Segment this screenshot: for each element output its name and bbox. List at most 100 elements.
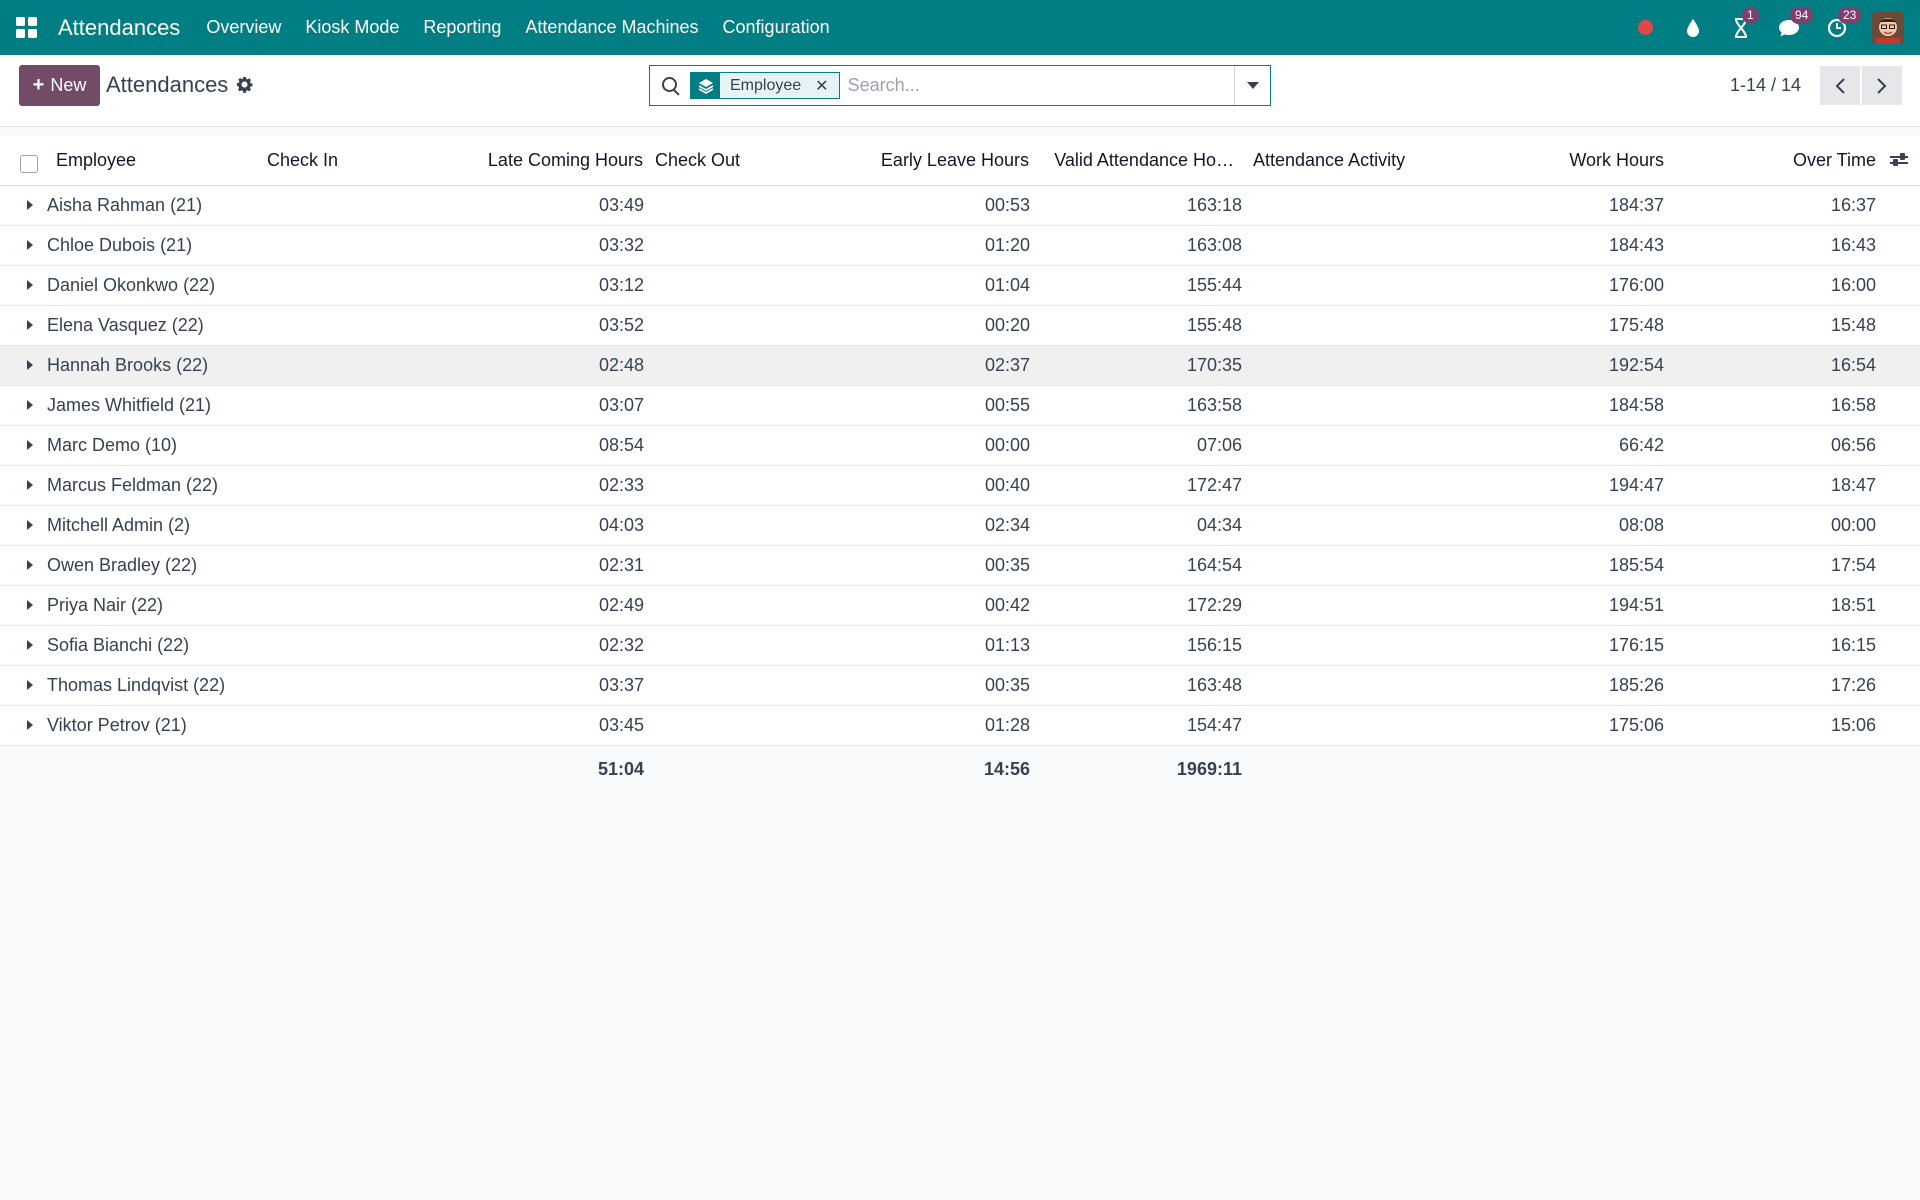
expand-caret-icon[interactable] [27,360,33,370]
table-row[interactable]: Sofia Bianchi (22) 02:32 01:13 156:15 176:15… [0,626,1920,666]
table-row[interactable]: Marcus Feldman (22) 02:33 00:40 172:47 194:4… [0,466,1920,506]
group-employee-name[interactable]: Hannah Brooks (22) [47,346,208,385]
gear-icon[interactable] [236,76,253,98]
table-row[interactable]: Owen Bradley (22) 02:31 00:35 164:54 185:54 1… [0,546,1920,586]
new-button[interactable]: + New [19,65,100,106]
apps-menu-icon[interactable] [16,16,38,39]
optional-columns-icon[interactable] [1890,151,1908,169]
group-employee-name[interactable]: Mitchell Admin (2) [47,506,190,545]
group-over-time: 06:56 [1830,435,1876,455]
expand-caret-icon[interactable] [27,240,33,250]
expand-caret-icon[interactable] [27,480,33,490]
group-late-coming-hours: 03:52 [598,315,644,335]
group-work-hours: 184:58 [1608,395,1664,415]
new-button-label: New [50,75,87,95]
pager-previous-button[interactable] [1820,66,1860,105]
expand-caret-icon[interactable] [27,600,33,610]
col-valid-attendance-hours[interactable]: Valid Attendance Ho… [1054,136,1234,185]
col-check-out[interactable]: Check Out [655,136,740,185]
expand-caret-icon[interactable] [27,280,33,290]
group-work-hours: 175:48 [1608,315,1664,335]
activities-badge: 1 [1742,6,1759,24]
group-employee-name[interactable]: Chloe Dubois (21) [47,226,192,265]
search-options-toggle[interactable] [1234,66,1270,105]
group-over-time: 16:43 [1830,235,1876,255]
group-employee-name[interactable]: Marcus Feldman (22) [47,466,218,505]
expand-caret-icon[interactable] [27,560,33,570]
group-late-coming-hours: 02:31 [598,555,644,575]
expand-caret-icon[interactable] [27,640,33,650]
table-row[interactable]: Hannah Brooks (22) 02:48 02:37 170:35 192:54… [0,346,1920,386]
group-over-time: 17:26 [1830,675,1876,695]
table-row[interactable]: Thomas Lindqvist (22) 03:37 00:35 163:48 185… [0,666,1920,706]
col-employee[interactable]: Employee [56,136,136,185]
facet-remove-icon[interactable]: ✕ [811,73,839,98]
table-row[interactable]: Chloe Dubois (21) 03:32 01:20 163:08 184:43 1… [0,226,1920,266]
clock-icon[interactable]: 23 [1826,6,1862,39]
table-row[interactable]: Priya Nair (22) 02:49 00:42 172:29 194:51 18:… [0,586,1920,626]
col-over-time[interactable]: Over Time [1793,136,1876,185]
user-avatar[interactable] [1872,11,1904,44]
group-work-hours: 194:47 [1608,475,1664,495]
recording-status-icon[interactable] [1634,17,1656,39]
search-input[interactable] [847,75,1228,96]
table-row[interactable]: Daniel Okonkwo (22) 03:12 01:04 155:44 176:0… [0,266,1920,306]
expand-caret-icon[interactable] [27,400,33,410]
pager-value[interactable]: 1-14 / 14 [1730,75,1801,96]
nav-kiosk-mode[interactable]: Kiosk Mode [305,17,399,38]
pager-next-button[interactable] [1862,66,1902,105]
group-late-coming-hours: 08:54 [598,435,644,455]
nav-configuration[interactable]: Configuration [723,17,830,38]
activities-hourglass-icon[interactable]: 1 [1730,6,1759,39]
select-all-checkbox[interactable] [20,155,38,173]
table-row[interactable]: James Whitfield (21) 03:07 00:55 163:58 184:… [0,386,1920,426]
group-employee-name[interactable]: Daniel Okonkwo (22) [47,266,215,305]
group-employee-name[interactable]: James Whitfield (21) [47,386,211,425]
nav-reporting[interactable]: Reporting [423,17,501,38]
group-employee-name[interactable]: Aisha Rahman (21) [47,186,202,225]
group-employee-name[interactable]: Owen Bradley (22) [47,546,197,585]
group-valid-attendance-hours: 156:15 [1186,635,1242,655]
expand-caret-icon[interactable] [27,200,33,210]
page-title: Attendances [106,72,229,97]
group-valid-attendance-hours: 172:47 [1186,475,1242,495]
search-icon[interactable] [660,75,682,97]
app-name[interactable]: Attendances [58,15,180,41]
group-employee-name[interactable]: Sofia Bianchi (22) [47,626,189,665]
expand-caret-icon[interactable] [27,520,33,530]
group-employee-name[interactable]: Thomas Lindqvist (22) [47,666,225,705]
group-employee-name[interactable]: Elena Vasquez (22) [47,306,204,345]
expand-caret-icon[interactable] [27,320,33,330]
expand-caret-icon[interactable] [27,720,33,730]
table-row[interactable]: Mitchell Admin (2) 04:03 02:34 04:34 08:08 00… [0,506,1920,546]
col-late-coming-hours[interactable]: Late Coming Hours [488,136,643,185]
group-employee-name[interactable]: Priya Nair (22) [47,586,163,625]
group-early-leave-hours: 02:37 [984,355,1030,375]
drop-icon[interactable] [1682,17,1704,39]
col-work-hours[interactable]: Work Hours [1569,136,1664,185]
nav-overview[interactable]: Overview [206,17,281,38]
messages-icon[interactable]: 94 [1778,6,1814,39]
group-valid-attendance-hours: 163:58 [1186,395,1242,415]
table-row[interactable]: Marc Demo (10) 08:54 00:00 07:06 66:42 06:56 [0,426,1920,466]
attendance-list: Employee Check In Late Coming Hours Chec… [0,136,1920,792]
caret-down-icon [1246,82,1259,89]
list-header: Employee Check In Late Coming Hours Chec… [0,136,1920,186]
group-work-hours: 184:37 [1608,195,1664,215]
col-check-in[interactable]: Check In [267,136,338,185]
control-panel: +New Attendances Employee ✕ 1-14 / 14 [0,55,1920,127]
nav-attendance-machines[interactable]: Attendance Machines [525,17,698,38]
group-employee-name[interactable]: Viktor Petrov (21) [47,706,187,745]
expand-caret-icon[interactable] [27,440,33,450]
group-employee-name[interactable]: Marc Demo (10) [47,426,177,465]
col-attendance-activity[interactable]: Attendance Activity [1253,136,1405,185]
group-over-time: 17:54 [1830,555,1876,575]
expand-caret-icon[interactable] [27,680,33,690]
group-work-hours: 185:54 [1608,555,1664,575]
group-early-leave-hours: 00:35 [984,675,1030,695]
col-early-leave-hours[interactable]: Early Leave Hours [881,136,1029,185]
total-early-leave-hours: 14:56 [983,758,1030,779]
table-row[interactable]: Viktor Petrov (21) 03:45 01:28 154:47 175:06… [0,706,1920,746]
table-row[interactable]: Elena Vasquez (22) 03:52 00:20 155:48 175:48… [0,306,1920,346]
table-row[interactable]: Aisha Rahman (21) 03:49 00:53 163:18 184:37 1… [0,186,1920,226]
